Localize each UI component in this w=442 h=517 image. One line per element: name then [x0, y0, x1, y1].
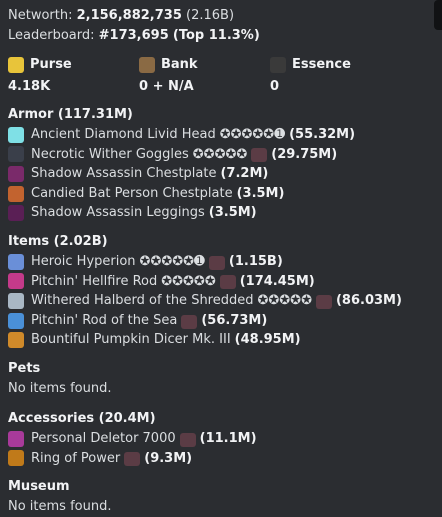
- item-icon: [8, 332, 24, 349]
- item-row: Necrotic Wither Goggles ✪✪✪✪✪ (29.75M): [8, 145, 434, 165]
- item-row: Personal Deletor 7000 (11.1M): [8, 429, 434, 449]
- item-icon: [8, 273, 24, 290]
- item-name: Ring of Power: [31, 450, 121, 466]
- networth-value: 2,156,882,735: [76, 8, 182, 23]
- item-price: (174.45M): [239, 273, 315, 289]
- reforge-anvil-icon: [219, 275, 236, 290]
- item-name: Personal Deletor 7000: [31, 430, 176, 446]
- networth-short: (2.16B): [186, 8, 235, 23]
- item-name: Shadow Assassin Leggings: [31, 205, 205, 221]
- item-row: Candied Bat Person Chestplate (3.5M): [8, 184, 434, 204]
- item-icon: [8, 292, 24, 309]
- item-row: Bountiful Pumpkin Dicer Mk. III (48.95M): [8, 330, 434, 350]
- item-row: Shadow Assassin Chestplate (7.2M): [8, 164, 434, 184]
- item-row: Shadow Assassin Leggings (3.5M): [8, 203, 434, 223]
- museum-heading: Museum: [8, 479, 70, 495]
- purse-label: Purse: [30, 57, 72, 72]
- museum-empty: No items found.: [8, 499, 112, 515]
- chest-icon: [139, 57, 155, 73]
- pets-heading: Pets: [8, 360, 41, 376]
- leaderboard-label: Leaderboard:: [8, 28, 95, 43]
- item-price: (3.5M): [236, 185, 285, 201]
- item-price: (56.73M): [201, 312, 268, 328]
- armor-heading: Armor (117.31M): [8, 107, 133, 122]
- item-row: Heroic Hyperion ✪✪✪✪✪➊ (1.15B): [8, 252, 434, 272]
- balance-labels: Purse Bank Essence: [8, 55, 434, 75]
- item-icon: [8, 165, 24, 182]
- essence-icon: [270, 57, 286, 73]
- item-name: Candied Bat Person Chestplate: [31, 185, 233, 201]
- profile-card: Networth: 2,156,882,735 (2.16B) Leaderbo…: [8, 6, 434, 517]
- reforge-anvil-icon: [179, 432, 196, 447]
- item-row: Pitchin' Hellfire Rod ✪✪✪✪✪ (174.45M): [8, 272, 434, 292]
- item-row: Ancient Diamond Livid Head ✪✪✪✪✪➊ (55.32M): [8, 125, 434, 145]
- item-name: Heroic Hyperion: [31, 253, 136, 269]
- reforge-anvil-icon: [181, 314, 198, 329]
- bank-label: Bank: [161, 57, 198, 72]
- item-price: (9.3M): [144, 450, 193, 466]
- leaderboard-pct: (Top 11.3%): [172, 28, 260, 43]
- essence-heading: Essence: [270, 55, 401, 75]
- purse-value: 4.18K: [8, 79, 51, 94]
- item-icon: [8, 205, 24, 222]
- item-stars: ✪✪✪✪✪: [161, 273, 216, 289]
- reforge-anvil-icon: [251, 148, 268, 163]
- gold-ingot-icon: [8, 57, 24, 73]
- item-stars: ✪✪✪✪✪➊: [219, 127, 286, 142]
- item-row: Pitchin' Rod of the Sea (56.73M): [8, 311, 434, 331]
- items-list: Heroic Hyperion ✪✪✪✪✪➊ (1.15B) Pitchin' Hel…: [8, 252, 434, 350]
- item-row: Withered Halberd of the Shredded ✪✪✪✪✪ (86…: [8, 291, 434, 311]
- item-price: (3.5M): [208, 205, 257, 221]
- item-icon: [8, 253, 24, 270]
- reforge-anvil-icon: [208, 255, 225, 270]
- window-edge: [434, 0, 442, 30]
- item-name: Necrotic Wither Goggles: [31, 146, 189, 162]
- items-heading: Items (2.02B): [8, 233, 108, 249]
- item-price: (11.1M): [199, 430, 257, 446]
- item-stars: ✪✪✪✪✪➊: [139, 253, 205, 269]
- armor-list: Ancient Diamond Livid Head ✪✪✪✪✪➊ (55.32M)…: [8, 125, 434, 223]
- item-icon: [8, 126, 24, 143]
- purse-heading: Purse: [8, 55, 139, 75]
- item-price: (7.2M): [220, 166, 269, 182]
- leaderboard-row: Leaderboard: #173,695 (Top 11.3%): [8, 26, 434, 46]
- item-price: (55.32M): [289, 127, 356, 142]
- item-icon: [8, 146, 24, 163]
- item-icon: [8, 312, 24, 329]
- item-name: Ancient Diamond Livid Head: [31, 127, 216, 142]
- bank-heading: Bank: [139, 55, 270, 75]
- item-price: (48.95M): [234, 332, 301, 348]
- item-icon: [8, 450, 24, 467]
- item-stars: ✪✪✪✪✪: [257, 293, 312, 309]
- item-name: Pitchin' Rod of the Sea: [31, 312, 178, 328]
- item-name: Pitchin' Hellfire Rod: [31, 273, 158, 289]
- item-name: Shadow Assassin Chestplate: [31, 166, 217, 182]
- item-price: (86.03M): [335, 293, 402, 309]
- essence-label: Essence: [292, 57, 351, 72]
- item-price: (1.15B): [228, 253, 283, 269]
- item-icon: [8, 430, 24, 447]
- reforge-anvil-icon: [124, 452, 141, 467]
- item-icon: [8, 185, 24, 202]
- item-stars: ✪✪✪✪✪: [192, 146, 248, 162]
- item-name: Withered Halberd of the Shredded: [31, 293, 254, 309]
- leaderboard-value: #173,695: [98, 28, 169, 43]
- bank-value: 0 + N/A: [139, 79, 194, 94]
- item-price: (29.75M): [271, 146, 338, 162]
- networth-row: Networth: 2,156,882,735 (2.16B): [8, 6, 434, 26]
- reforge-anvil-icon: [315, 294, 332, 309]
- pets-empty: No items found.: [8, 380, 112, 396]
- balance-values: 4.18K 0 + N/A 0: [8, 77, 434, 97]
- networth-label: Networth:: [8, 8, 73, 23]
- item-row: Ring of Power (9.3M): [8, 449, 434, 469]
- accessories-list: Personal Deletor 7000 (11.1M) Ring of Powe…: [8, 429, 434, 468]
- item-name: Bountiful Pumpkin Dicer Mk. III: [31, 332, 231, 348]
- accessories-heading: Accessories (20.4M): [8, 410, 156, 426]
- essence-value: 0: [270, 79, 280, 94]
